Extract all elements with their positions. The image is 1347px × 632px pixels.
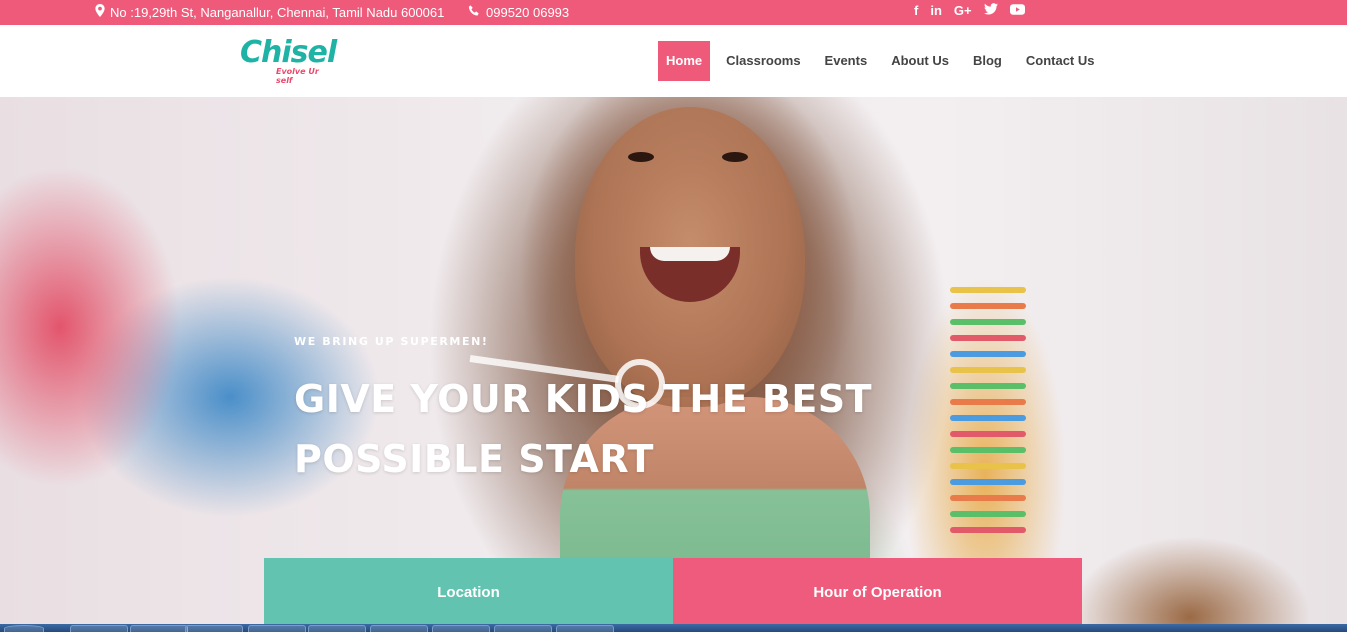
hours-box[interactable]: Hour of Operation [673, 558, 1082, 624]
hero-headline: GIVE YOUR KIDS THE BEST POSSIBLE START [294, 369, 914, 489]
hours-label: Hour of Operation [813, 584, 942, 601]
logo-tagline: Evolve Ur self [276, 67, 319, 85]
hero-tagline: WE BRING UP SUPERMEN! [294, 335, 489, 348]
site-logo[interactable]: Chisel Evolve Ur self [240, 35, 337, 86]
address-text: No :19,29th St, Nanganallur, Chennai, Ta… [110, 4, 445, 20]
address-block: No :19,29th St, Nanganallur, Chennai, Ta… [94, 4, 444, 20]
phone-block[interactable]: 099520 06993 [468, 4, 569, 20]
location-box[interactable]: Location [264, 558, 673, 624]
hero-photo-eye [628, 152, 654, 162]
nav-item-blog[interactable]: Blog [965, 41, 1010, 81]
nav-item-about-us[interactable]: About Us [883, 41, 957, 81]
google-plus-icon[interactable]: G+ [954, 3, 972, 19]
taskbar-app-button[interactable] [130, 625, 188, 632]
site-header: Chisel Evolve Ur self Home Classrooms Ev… [0, 25, 1347, 97]
youtube-icon[interactable] [1009, 3, 1025, 19]
start-button[interactable] [4, 625, 44, 632]
linkedin-icon[interactable]: in [930, 3, 942, 19]
hero-photo-teeth [650, 247, 730, 261]
taskbar-app-button[interactable] [432, 625, 490, 632]
hero-photo-eye [722, 152, 748, 162]
facebook-icon[interactable]: f [914, 3, 918, 19]
taskbar-app-button[interactable] [556, 625, 614, 632]
social-links: f in G+ [914, 3, 1025, 19]
main-nav: Home Classrooms Events About Us Blog Con… [658, 41, 1110, 81]
map-marker-icon [94, 4, 106, 20]
taskbar-app-button[interactable] [494, 625, 552, 632]
nav-item-classrooms[interactable]: Classrooms [718, 41, 808, 81]
nav-item-home[interactable]: Home [658, 41, 711, 81]
hero-headline-line1: GIVE YOUR KIDS THE BEST [294, 377, 873, 421]
os-taskbar [0, 624, 1347, 632]
hero-banner: WE BRING UP SUPERMEN! GIVE YOUR KIDS THE… [0, 97, 1347, 624]
location-label: Location [437, 584, 500, 601]
logo-text: Chisel [240, 35, 337, 70]
phone-icon [468, 4, 480, 20]
taskbar-app-button[interactable] [370, 625, 428, 632]
taskbar-app-button[interactable] [70, 625, 128, 632]
top-bar: No :19,29th St, Nanganallur, Chennai, Ta… [0, 0, 1347, 25]
phone-text[interactable]: 099520 06993 [486, 5, 569, 20]
taskbar-app-button[interactable] [308, 625, 366, 632]
taskbar-app-button[interactable] [248, 625, 306, 632]
twitter-icon[interactable] [983, 3, 998, 19]
nav-item-contact-us[interactable]: Contact Us [1018, 41, 1103, 81]
nav-item-events[interactable]: Events [817, 41, 876, 81]
taskbar-app-button[interactable] [185, 625, 243, 632]
hero-photo-abacus [950, 287, 1026, 557]
hero-headline-line2: POSSIBLE START [294, 437, 654, 481]
